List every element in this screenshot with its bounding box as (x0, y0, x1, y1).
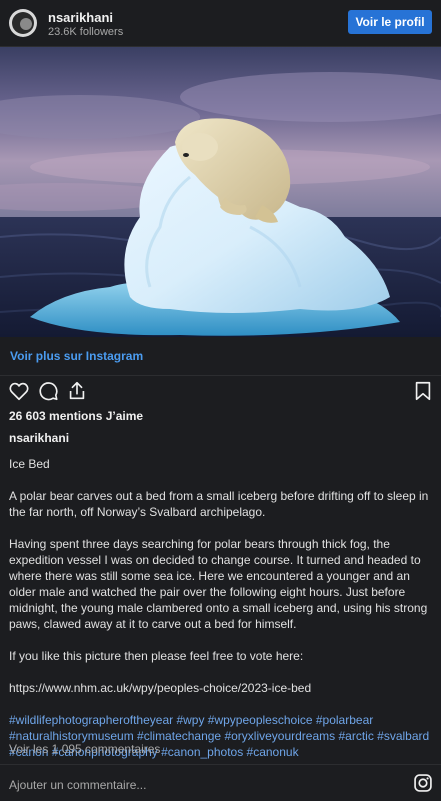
caption-paragraph: A polar bear carves out a bed from a sma… (9, 489, 429, 519)
bookmark-icon[interactable] (412, 380, 434, 402)
caption-username[interactable]: nsarikhani (9, 431, 69, 445)
view-comments-link[interactable]: Voir les 1 095 commentaires (9, 742, 160, 756)
caption-paragraph: If you like this picture then please fee… (9, 649, 304, 663)
comment-bar: Ajouter un commentaire... (0, 764, 441, 801)
header-username[interactable]: nsarikhani (48, 10, 113, 25)
view-profile-button[interactable]: Voir le profil (348, 10, 432, 34)
caption-title: Ice Bed (9, 457, 50, 471)
heart-icon[interactable] (8, 380, 30, 402)
post-photo[interactable] (0, 47, 441, 337)
instagram-icon[interactable] (413, 773, 433, 793)
avatar-face (20, 18, 32, 30)
caption-paragraph: Having spent three days searching for po… (9, 537, 428, 631)
post-header: nsarikhani 23.6K followers Voir le profi… (0, 0, 441, 47)
avatar-ring (12, 12, 34, 34)
avatar[interactable] (9, 9, 37, 37)
comment-icon[interactable] (37, 380, 59, 402)
like-count[interactable]: 26 603 mentions J’aime (9, 409, 143, 423)
see-more-link[interactable]: Voir plus sur Instagram (10, 349, 143, 363)
see-more-row: Voir plus sur Instagram (0, 337, 441, 376)
action-bar (0, 376, 441, 406)
add-comment-input[interactable]: Ajouter un commentaire... (9, 778, 146, 792)
follower-count: 23.6K followers (48, 26, 124, 38)
vote-link[interactable]: https://www.nhm.ac.uk/wpy/peoples-choice… (9, 680, 434, 696)
share-icon[interactable] (66, 380, 88, 402)
post-caption: Ice Bed A polar bear carves out a bed fr… (9, 456, 434, 776)
